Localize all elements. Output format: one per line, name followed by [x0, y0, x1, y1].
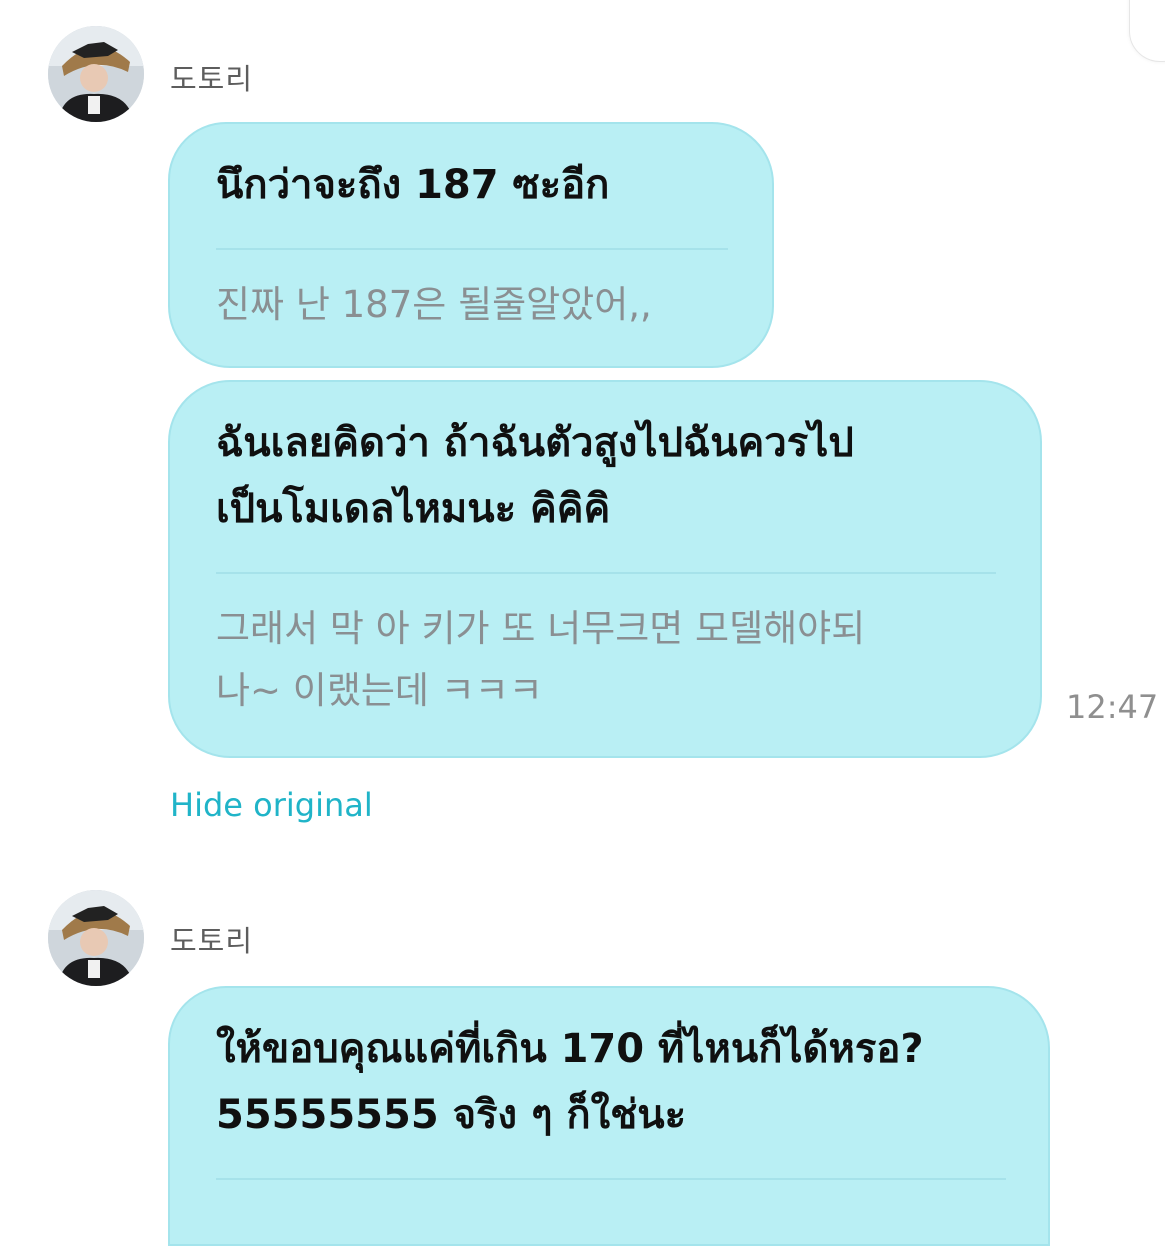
original-text: 진짜 난 187은 될줄알았어,,: [216, 283, 652, 326]
translated-text: ให้ขอบคุณแค่ที่เกิน 170 ที่ไหนก็ได้หรอ?: [216, 1026, 924, 1072]
avatar[interactable]: [48, 26, 144, 122]
profile-photo: [48, 890, 144, 986]
translated-text: 55555555 จริง ๆ ก็ใช่นะ: [216, 1092, 687, 1138]
bubble-divider: [216, 1178, 1006, 1180]
original-text: 나~ 이랬는데 ㅋㅋㅋ: [216, 669, 543, 712]
sender-name: 도토리: [170, 924, 254, 958]
translated-text: นึกว่าจะถึง 187 ซะอีก: [216, 162, 610, 208]
message-bubble[interactable]: นึกว่าจะถึง 187 ซะอีก 진짜 난 187은 될줄알았어,,: [168, 122, 774, 368]
message-bubble[interactable]: ให้ขอบคุณแค่ที่เกิน 170 ที่ไหนก็ได้หรอ? …: [168, 986, 1050, 1246]
scroll-handle[interactable]: [1129, 0, 1165, 62]
bubble-divider: [216, 248, 728, 250]
avatar[interactable]: [48, 890, 144, 986]
sender-name: 도토리: [170, 62, 254, 96]
message-timestamp: 12:47: [1066, 688, 1159, 726]
profile-photo: [48, 26, 144, 122]
original-text: 그래서 막 아 키가 또 너무크면 모델해야되: [216, 607, 866, 650]
translated-text: ฉันเลยคิดว่า ถ้าฉันตัวสูงไปฉันควรไป: [216, 420, 854, 466]
hide-original-link[interactable]: Hide original: [170, 786, 373, 824]
message-bubble[interactable]: ฉันเลยคิดว่า ถ้าฉันตัวสูงไปฉันควรไป เป็น…: [168, 380, 1042, 758]
bubble-divider: [216, 572, 996, 574]
translated-text: เป็นโมเดลไหมนะ คิคิคิ: [216, 486, 611, 532]
